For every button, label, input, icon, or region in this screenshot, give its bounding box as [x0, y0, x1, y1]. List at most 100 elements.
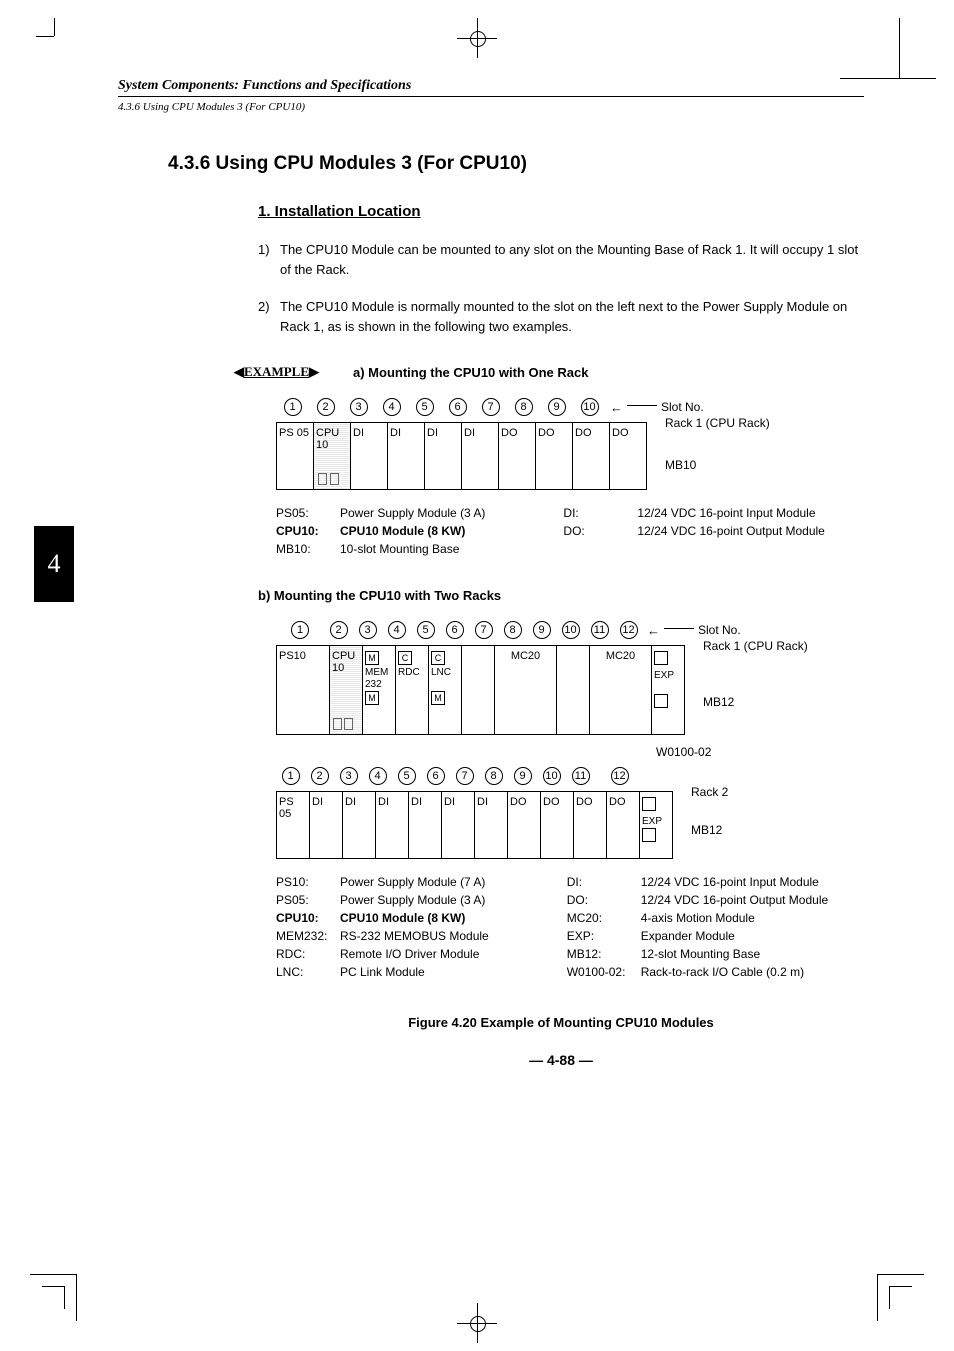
crop-mark [889, 1286, 912, 1309]
legend-val: 10-slot Mounting Base [340, 542, 459, 556]
slot-num: 4 [369, 767, 387, 785]
list-number: 2) [258, 297, 280, 336]
slot-num: 6 [446, 621, 464, 639]
module-slot-cpu: CPU 10 [330, 646, 363, 734]
module-slot: DO [536, 423, 573, 489]
legend-val: CPU10 Module (8 KW) [340, 911, 465, 925]
paragraph: 2) The CPU10 Module is normally mounted … [258, 297, 864, 336]
module-slot: DI [462, 423, 499, 489]
slot-no-label: Slot No. [698, 623, 741, 637]
module-slot: MC20 [590, 646, 652, 734]
paragraph-text: The CPU10 Module is normally mounted to … [280, 297, 864, 336]
slot-num: 2 [317, 398, 335, 416]
left-triangle-icon: ◀ [234, 364, 244, 380]
example-b-title: b) Mounting the CPU10 with Two Racks [258, 588, 864, 603]
module-slot: MC20 [495, 646, 557, 734]
module-slot: PS 05 [277, 423, 314, 489]
slot-num: 10 [543, 767, 561, 785]
legend-key: MB10: [276, 540, 340, 558]
crop-mark [42, 1286, 65, 1309]
legend-key: RDC: [276, 945, 340, 963]
slot-num: 6 [427, 767, 445, 785]
arrow-left-icon: ← [647, 623, 660, 638]
module-slot: EXP [640, 792, 672, 858]
module-slot [462, 646, 495, 734]
legend-val: CPU10 Module (8 KW) [340, 524, 465, 538]
legend-val: PC Link Module [340, 965, 425, 979]
legend-key: W0100-02: [567, 963, 641, 981]
page-number: — 4-88 — [258, 1052, 864, 1068]
slot-num: 11 [572, 767, 590, 785]
module-slot: PS 05 [277, 792, 310, 858]
slot-num: 4 [388, 621, 406, 639]
legend-key: MEM232: [276, 927, 340, 945]
legend-val: RS-232 MEMOBUS Module [340, 929, 489, 943]
module-slot: DO [499, 423, 536, 489]
module-slot: PS10 [277, 646, 330, 734]
legend-key: EXP: [567, 927, 641, 945]
paragraph: 1) The CPU10 Module can be mounted to an… [258, 240, 864, 279]
slot-num: 5 [416, 398, 434, 416]
slot-num: 3 [359, 621, 377, 639]
module-slot-cpu: CPU 10 [314, 423, 351, 489]
module-slot: MMEM 232M [363, 646, 396, 734]
slot-num: 5 [398, 767, 416, 785]
legend-key: MB12: [567, 945, 641, 963]
legend-val: 12/24 VDC 16-point Input Module [641, 875, 819, 889]
crop-mark [54, 18, 55, 36]
slot-num: 1 [291, 621, 309, 639]
slot-num: 8 [515, 398, 533, 416]
slot-num: 3 [350, 398, 368, 416]
slot-no-label: Slot No. [661, 400, 704, 414]
legend-key: PS05: [276, 891, 340, 909]
module-slot [557, 646, 590, 734]
mb-label: MB10 [665, 458, 770, 472]
module-slot: DI [343, 792, 376, 858]
slot-num: 1 [282, 767, 300, 785]
leader-line [627, 405, 657, 406]
slot-num: 8 [504, 621, 522, 639]
legend-key: CPU10: [276, 909, 340, 927]
legend-val: Expander Module [641, 929, 735, 943]
slot-num: 10 [581, 398, 599, 416]
legend-val: Power Supply Module (7 A) [340, 875, 485, 889]
slot-num: 2 [330, 621, 348, 639]
slot-num: 8 [485, 767, 503, 785]
slot-num: 9 [533, 621, 551, 639]
diagram-b: 1 2 3 4 5 6 7 8 9 10 11 12 ← Slot No. PS… [276, 621, 864, 981]
module-slot: DI [310, 792, 343, 858]
legend-key: MC20: [567, 909, 641, 927]
legend-val: 4-axis Motion Module [641, 911, 755, 925]
figure-caption: Figure 4.20 Example of Mounting CPU10 Mo… [258, 1015, 864, 1030]
legend-key: DO: [567, 891, 641, 909]
example-a-title: a) Mounting the CPU10 with One Rack [353, 365, 588, 380]
legend-val: Power Supply Module (3 A) [340, 893, 485, 907]
slot-num: 4 [383, 398, 401, 416]
module-slot: CLNCM [429, 646, 462, 734]
legend-key: PS05: [276, 504, 340, 522]
module-slot: DO [541, 792, 574, 858]
slot-number-row: 1 2 3 4 5 6 7 8 9 10 ← Slot No. [276, 398, 864, 416]
running-header: System Components: Functions and Specifi… [118, 78, 864, 97]
module-slot: DI [388, 423, 425, 489]
slot-num: 12 [611, 767, 629, 785]
diagram-a: 1 2 3 4 5 6 7 8 9 10 ← Slot No. PS 05 CP… [276, 398, 864, 558]
module-slot: EXP [652, 646, 684, 734]
module-slot: CRDC [396, 646, 429, 734]
rack-label: Rack 1 (CPU Rack) [703, 639, 808, 653]
legend-val: Power Supply Module (3 A) [340, 506, 485, 520]
legend-key: CPU10: [276, 522, 340, 540]
module-slot: DI [376, 792, 409, 858]
slot-num: 3 [340, 767, 358, 785]
legend-val: 12/24 VDC 16-point Input Module [637, 506, 815, 520]
module-slot: DI [442, 792, 475, 858]
slot-num: 12 [620, 621, 638, 639]
slot-num: 6 [449, 398, 467, 416]
slot-number-row: 1 2 3 4 5 6 7 8 9 10 11 12 ← Slot No. [276, 621, 864, 639]
paragraph-text: The CPU10 Module can be mounted to any s… [280, 240, 864, 279]
example-marker: ◀EXAMPLE▶ [234, 364, 319, 380]
legend-val: 12/24 VDC 16-point Output Module [641, 893, 828, 907]
slot-num: 11 [591, 621, 609, 639]
legend: PS05:Power Supply Module (3 A) CPU10:CPU… [276, 504, 864, 558]
rack-label: Rack 1 (CPU Rack) [665, 416, 770, 430]
